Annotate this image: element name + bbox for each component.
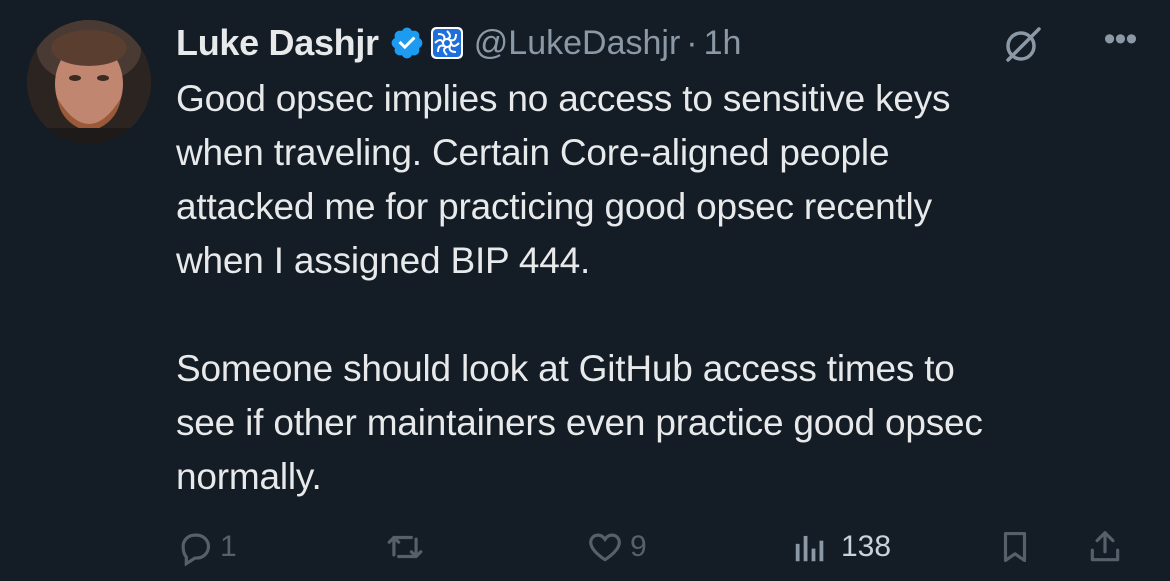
tweet-text: Good opsec implies no access to sensitiv… — [176, 78, 983, 497]
avatar[interactable] — [27, 20, 151, 144]
like-count: 9 — [630, 530, 647, 563]
header-separator: · — [686, 23, 698, 62]
tweet-timestamp[interactable]: 1h — [704, 24, 742, 63]
bookmark-button[interactable] — [996, 522, 1034, 572]
affiliate-badge-icon[interactable] — [430, 26, 464, 60]
grok-icon[interactable] — [1001, 22, 1045, 66]
views-chart-icon — [795, 535, 824, 562]
tweet-card[interactable]: Luke Dashjr @LukeDashjr · 1h ••• Good op… — [0, 0, 1170, 581]
heart-icon — [589, 533, 621, 562]
author-handle[interactable]: @LukeDashjr — [474, 24, 681, 63]
like-button[interactable]: 9 — [586, 522, 647, 572]
avatar-image — [27, 20, 151, 144]
share-button[interactable] — [1086, 522, 1124, 572]
views-button[interactable]: 138 — [791, 522, 891, 572]
repost-button[interactable] — [386, 522, 430, 572]
share-icon — [1090, 531, 1120, 562]
reply-icon — [181, 533, 211, 566]
view-count: 138 — [841, 530, 892, 563]
reply-button[interactable]: 1 — [176, 522, 237, 572]
verified-badge-icon[interactable] — [389, 25, 425, 61]
author-name[interactable]: Luke Dashjr — [176, 22, 379, 64]
more-options-icon[interactable]: ••• — [1100, 22, 1140, 64]
repost-icon — [387, 535, 423, 559]
tweet-header: Luke Dashjr @LukeDashjr · 1h ••• — [176, 18, 1140, 68]
reply-count: 1 — [220, 530, 237, 563]
bookmark-icon — [1003, 531, 1027, 563]
tweet-actions: 1 9 138 — [176, 522, 1136, 572]
